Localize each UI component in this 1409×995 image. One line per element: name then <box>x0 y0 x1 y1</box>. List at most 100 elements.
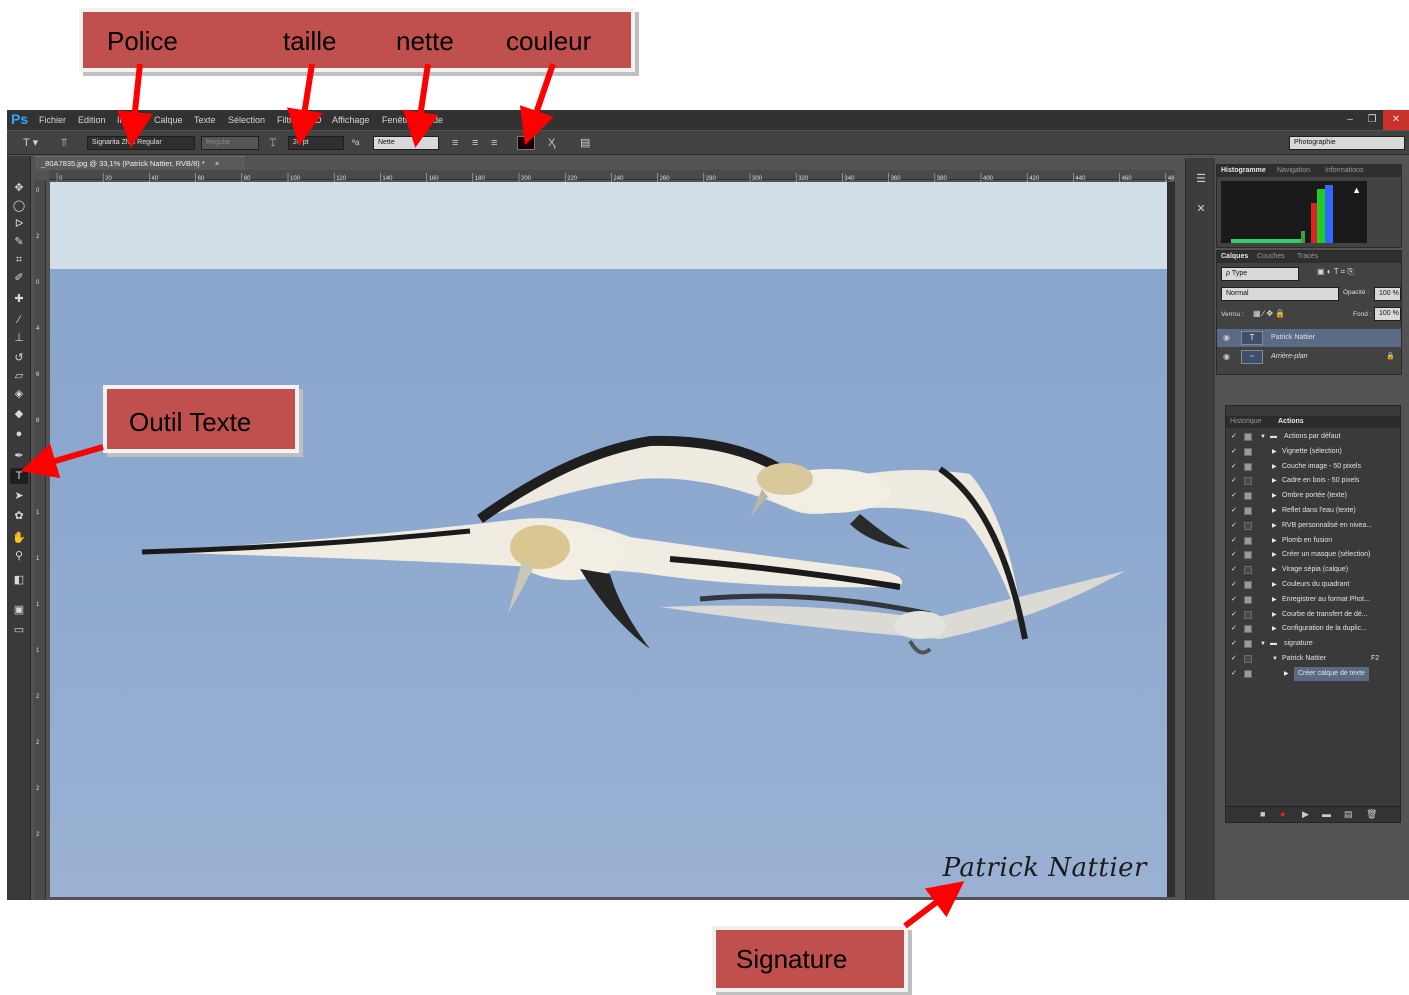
dialog-toggle-icon[interactable] <box>1244 581 1252 589</box>
new-set-icon[interactable]: ▬ <box>1322 809 1331 819</box>
brush-tool-icon[interactable]: ∕ <box>10 312 28 328</box>
minimize-button[interactable]: – <box>1339 110 1361 130</box>
action-item[interactable]: ✓ ▶ Cadre en bois - 50 pixels <box>1226 474 1386 488</box>
pen-tool-icon[interactable]: ✒ <box>10 448 28 464</box>
check-icon[interactable]: ✓ <box>1231 667 1237 681</box>
type-tool-icon[interactable]: T <box>10 468 28 484</box>
align-left-icon[interactable]: ≡ <box>452 135 458 151</box>
menu-3d[interactable]: 3D <box>310 115 322 125</box>
check-icon[interactable]: ✓ <box>1231 593 1237 607</box>
chevron-right-icon[interactable]: ▶ <box>1272 593 1277 607</box>
check-icon[interactable]: ✓ <box>1231 652 1237 666</box>
align-center-icon[interactable]: ≡ <box>472 135 478 151</box>
action-item[interactable]: ✓ ▶ Vignette (sélection) <box>1226 445 1386 459</box>
screen-mode-icon[interactable]: ▭ <box>10 622 28 638</box>
chevron-right-icon[interactable]: ▶ <box>1272 519 1277 533</box>
menu-selection[interactable]: Sélection <box>228 115 265 125</box>
chevron-right-icon[interactable]: ▶ <box>1272 563 1277 577</box>
check-icon[interactable]: ✓ <box>1231 578 1237 592</box>
check-icon[interactable]: ✓ <box>1231 489 1237 503</box>
chevron-right-icon[interactable]: ▶ <box>1272 489 1277 503</box>
text-orientation-icon[interactable]: ⫪ <box>61 135 67 151</box>
action-item[interactable]: ✓ ▶ Couleurs du quadrant <box>1226 578 1386 592</box>
dialog-toggle-icon[interactable] <box>1244 477 1252 486</box>
restore-button[interactable]: ❐ <box>1361 110 1383 130</box>
workspace-select[interactable]: Photographie <box>1289 136 1405 150</box>
new-action-icon[interactable]: ▤ <box>1344 809 1353 820</box>
antialias-select[interactable]: Nette <box>373 136 439 150</box>
quick-mask-icon[interactable]: ▣ <box>10 602 28 618</box>
tab-navigation[interactable]: Navigation <box>1277 167 1310 174</box>
check-icon[interactable]: ✓ <box>1231 445 1237 459</box>
tab-couches[interactable]: Couches <box>1257 253 1285 260</box>
text-color-swatch[interactable] <box>517 136 535 150</box>
type-tool-preset-icon[interactable]: T ▾ <box>23 135 38 151</box>
action-item[interactable]: ✓ ▼ ▬ signature <box>1226 637 1386 651</box>
layer-filter-icons[interactable]: ▣ ◐ T ⌗ ⎘ <box>1317 267 1354 277</box>
dialog-toggle-icon[interactable] <box>1244 536 1252 545</box>
action-item[interactable]: ✓ ▶ Ombre portée (texte) <box>1226 489 1386 503</box>
menu-calque[interactable]: Calque <box>154 115 183 125</box>
align-right-icon[interactable]: ≡ <box>491 135 497 151</box>
dialog-toggle-icon[interactable] <box>1244 551 1252 560</box>
check-icon[interactable]: ✓ <box>1231 504 1237 518</box>
action-item[interactable]: ✓ ▶ Enregistrer au format Phot... <box>1226 593 1386 607</box>
canvas-scrollbar[interactable] <box>1167 182 1175 897</box>
action-item[interactable]: ✓ ▶ Reflet dans l'eau (texte) <box>1226 504 1386 518</box>
menu-image[interactable]: Image <box>117 115 142 125</box>
font-size-field[interactable]: 24 pt <box>288 136 344 150</box>
layer-row-text[interactable]: ◉ T Patrick Nattier <box>1217 329 1401 347</box>
chevron-right-icon[interactable]: ▶ <box>1272 445 1277 459</box>
warp-text-icon[interactable]: Ҳ <box>548 135 555 151</box>
close-button[interactable]: ✕ <box>1383 110 1409 130</box>
dialog-toggle-icon[interactable] <box>1244 433 1252 441</box>
fill-field[interactable]: 100 % <box>1374 307 1401 321</box>
check-icon[interactable]: ✓ <box>1231 622 1237 636</box>
eraser-icon[interactable]: ▱ <box>10 368 28 384</box>
action-item[interactable]: ✓ ▶ RVB personnalisé en nivea... <box>1226 519 1386 533</box>
eyedropper-icon[interactable]: ✐ <box>10 270 28 286</box>
action-item[interactable]: ✓ ▶ Courbe de transfert de dé... <box>1226 608 1386 622</box>
chevron-right-icon[interactable]: ▶ <box>1272 534 1277 548</box>
panel-options-icon[interactable]: ☰ <box>1192 172 1210 190</box>
action-item[interactable]: ✓ ▼ ▬ Actions par défaut <box>1226 430 1386 444</box>
quick-select-icon[interactable]: ✎ <box>10 234 28 250</box>
history-brush-icon[interactable]: ↺ <box>10 350 28 366</box>
blur-tool-icon[interactable]: ◆ <box>10 406 28 422</box>
action-item[interactable]: ✓ ▶ Plomb en fusion <box>1226 534 1386 548</box>
menu-fichier[interactable]: Fichier <box>39 115 66 125</box>
dialog-toggle-icon[interactable] <box>1244 640 1252 649</box>
check-icon[interactable]: ✓ <box>1231 548 1237 562</box>
document-canvas[interactable]: Patrick Nattier <box>50 182 1167 897</box>
play-icon[interactable]: ▶ <box>1302 809 1309 820</box>
check-icon[interactable]: ✓ <box>1231 460 1237 474</box>
dialog-toggle-icon[interactable] <box>1244 507 1252 515</box>
chevron-right-icon[interactable]: ▶ <box>1272 474 1277 488</box>
check-icon[interactable]: ✓ <box>1231 430 1237 444</box>
dialog-toggle-icon[interactable] <box>1244 566 1252 575</box>
check-icon[interactable]: ✓ <box>1231 474 1237 488</box>
shape-tool-icon[interactable]: ✿ <box>10 508 28 524</box>
chevron-right-icon[interactable]: ▶ <box>1272 622 1277 636</box>
dialog-toggle-icon[interactable] <box>1244 595 1252 604</box>
crop-tool-icon[interactable]: ⌗ <box>10 252 28 268</box>
tools-panel-icon[interactable]: ✕ <box>1192 202 1210 220</box>
action-item[interactable]: ✓ ▶ Virage sépia (calque) <box>1226 563 1386 577</box>
menu-texte[interactable]: Texte <box>194 115 216 125</box>
dialog-toggle-icon[interactable] <box>1244 447 1252 456</box>
chevron-right-icon[interactable]: ▶ <box>1272 504 1277 518</box>
tab-histogramme[interactable]: Histogramme <box>1221 167 1266 174</box>
close-tab-icon[interactable]: × <box>215 159 219 168</box>
hand-tool-icon[interactable]: ✋ <box>10 530 28 546</box>
paint-bucket-icon[interactable]: ◈ <box>10 386 28 402</box>
dialog-toggle-icon[interactable] <box>1244 492 1252 501</box>
menu-affichage[interactable]: Affichage <box>332 115 369 125</box>
blend-mode-select[interactable]: Normal <box>1221 287 1339 301</box>
chevron-down-icon[interactable]: ▼ <box>1260 637 1266 651</box>
character-panel-icon[interactable]: ▤ <box>580 135 590 151</box>
opacity-field[interactable]: 100 % <box>1374 287 1401 301</box>
lasso-tool-icon[interactable]: ᐅ <box>10 216 28 232</box>
check-icon[interactable]: ✓ <box>1231 637 1237 651</box>
eye-icon[interactable]: ◉ <box>1223 348 1230 366</box>
menu-fenetre[interactable]: Fenêtre <box>382 115 413 125</box>
